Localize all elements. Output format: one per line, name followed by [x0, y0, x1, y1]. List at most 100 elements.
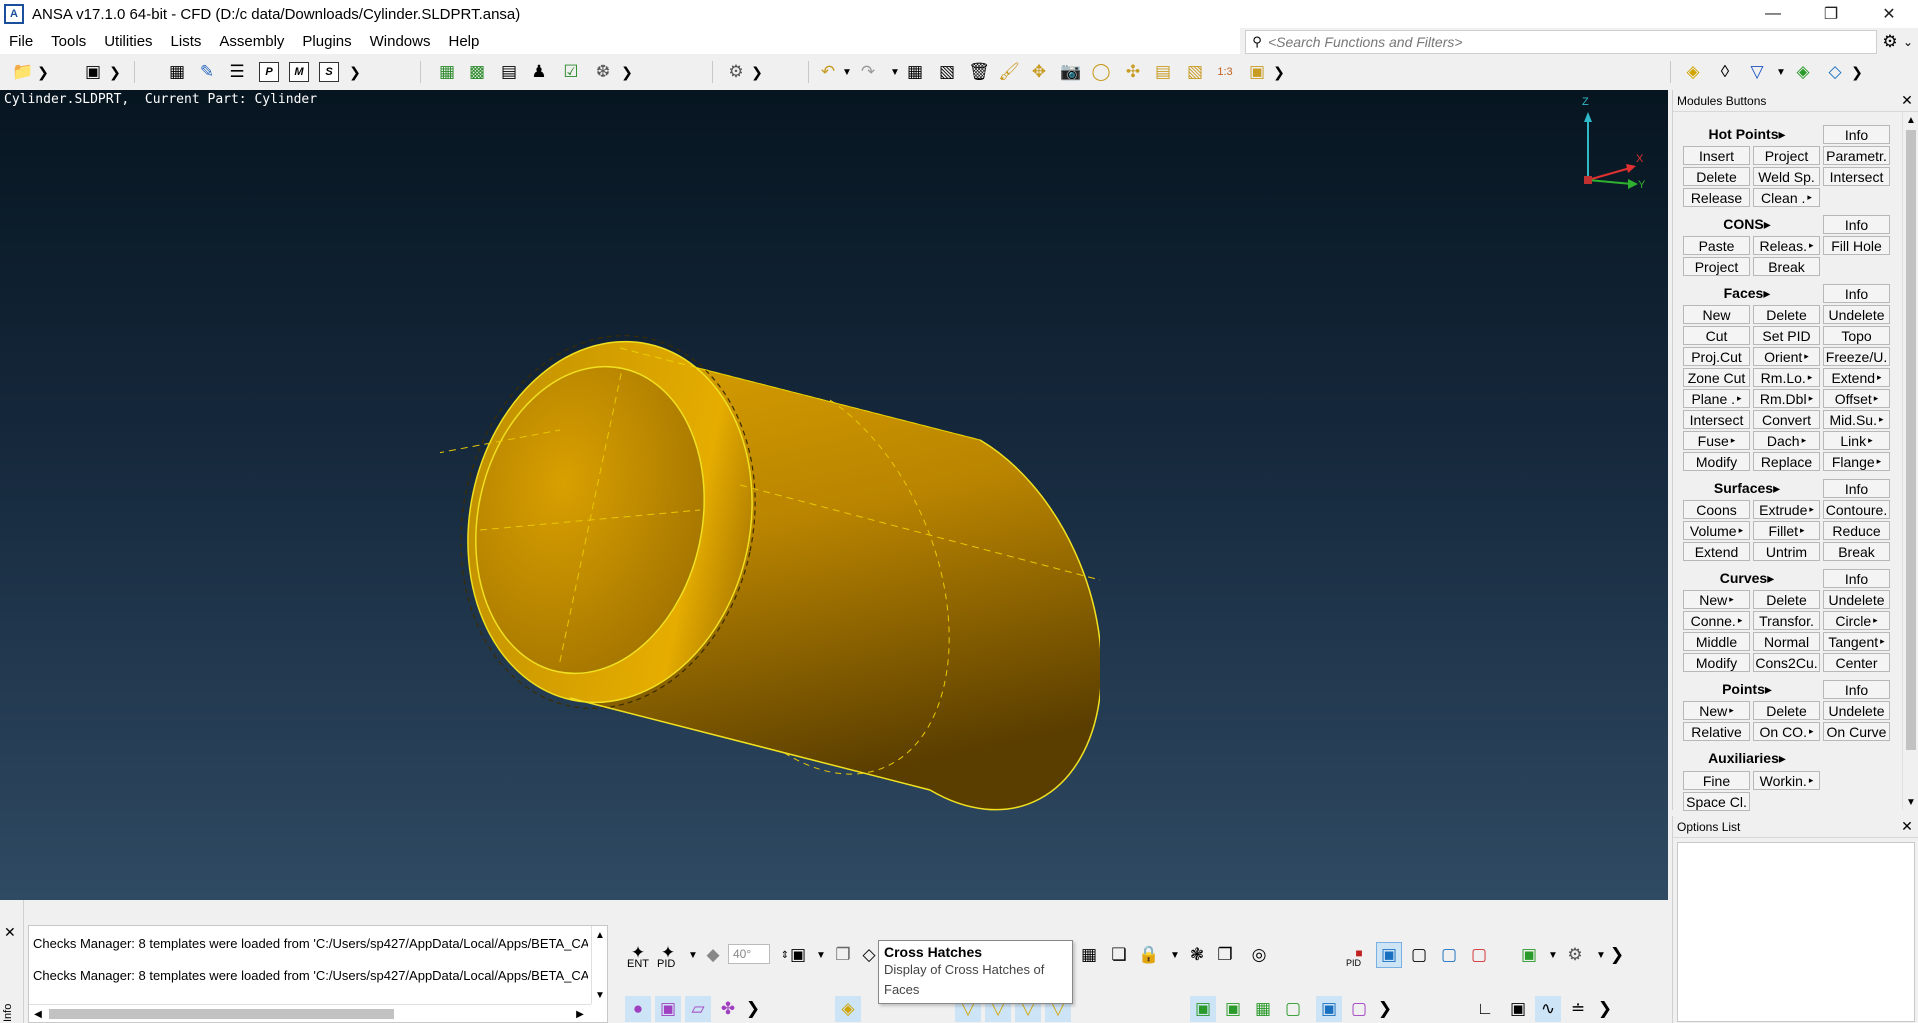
wireframe-view-icon[interactable]: ▢ [1406, 942, 1432, 968]
points-relative-button[interactable]: Relative [1683, 722, 1750, 741]
mesh-outline-icon[interactable]: ▢ [1280, 996, 1306, 1022]
mesh-grid-icon[interactable]: ▦ [1250, 996, 1276, 1022]
cons-paste-button[interactable]: Paste [1683, 236, 1750, 255]
faces-extend-button[interactable]: Extend [1823, 368, 1890, 387]
checkbox-icon[interactable]: ☑ [558, 59, 584, 85]
scroll-left-icon[interactable]: ◀ [31, 1007, 45, 1021]
points-new-button[interactable]: New [1683, 701, 1750, 720]
filter-icon[interactable]: ▽ [1744, 59, 1770, 85]
face-tool-icon[interactable]: ◈ [1680, 59, 1706, 85]
edit-tool-icon[interactable]: ✎ [194, 59, 220, 85]
zoom-icon[interactable]: ▤ [1150, 59, 1176, 85]
surf-contoure-button[interactable]: Contoure. [1823, 500, 1890, 519]
camera-icon[interactable]: 📷 [1058, 59, 1084, 85]
transparent-mesh-icon[interactable]: ▢ [1346, 996, 1372, 1022]
window-icon[interactable]: ▣ [80, 59, 106, 85]
toolbar-expand-arrow[interactable]: ❯ [348, 59, 362, 85]
aux-workin-button[interactable]: Workin. [1753, 771, 1820, 790]
points-on-curve-button[interactable]: On Curve [1823, 722, 1890, 741]
menu-file[interactable]: File [0, 33, 42, 50]
matrix-icon[interactable]: ▧ [934, 59, 960, 85]
volume-tool-icon[interactable]: ◇ [1822, 59, 1848, 85]
scroll-down-icon[interactable]: ▼ [593, 988, 607, 1002]
group-faces-title[interactable]: Faces▸ [1677, 285, 1817, 302]
scroll-right-icon[interactable]: ▶ [573, 1007, 587, 1021]
curves-circle-button[interactable]: Circle [1823, 611, 1890, 630]
pan-icon[interactable]: ✣ [1120, 59, 1146, 85]
maximize-button[interactable]: ❐ [1802, 0, 1860, 28]
surf-fillet-button[interactable]: Fillet [1753, 521, 1820, 540]
faces-new-button[interactable]: New [1683, 305, 1750, 324]
curves-new-button[interactable]: New [1683, 590, 1750, 609]
faces-rm-dbl-button[interactable]: Rm.Dbl [1753, 389, 1820, 408]
grid-view-icon[interactable]: ▦ [1076, 942, 1102, 968]
close-icon[interactable]: ✕ [4, 924, 16, 941]
minimize-button[interactable]: — [1744, 0, 1802, 28]
shell-mesh-icon[interactable]: ▣ [1190, 996, 1216, 1022]
curves-delete-button[interactable]: Delete [1753, 590, 1820, 609]
points-undelete-button[interactable]: Undelete [1823, 701, 1890, 720]
filter-dropdown-icon[interactable]: ▼ [1774, 59, 1788, 85]
curves-undelete-button[interactable]: Undelete [1823, 590, 1890, 609]
menu-windows[interactable]: Windows [361, 33, 440, 50]
surf-untrim-button[interactable]: Untrim [1753, 542, 1820, 561]
toolbar-expand-arrow[interactable]: ❯ [1372, 996, 1398, 1022]
faces-dach-button[interactable]: Dach [1753, 431, 1820, 450]
list-tool-icon[interactable]: ☰ [224, 59, 250, 85]
faces-replace-button[interactable]: Replace [1753, 452, 1820, 471]
surf-volume-button[interactable]: Volume [1683, 521, 1750, 540]
faces-proj-cut-button[interactable]: Proj.Cut [1683, 347, 1750, 366]
open-folder-icon[interactable]: 📁 [10, 59, 36, 85]
curve-tool-icon[interactable]: ∿ [1535, 996, 1561, 1022]
users-icon[interactable]: ♟ [526, 59, 552, 85]
curves-transfor-button[interactable]: Transfor. [1753, 611, 1820, 630]
cons-info-button[interactable]: Info [1823, 215, 1890, 234]
cons-fill-hole-button[interactable]: Fill Hole [1823, 236, 1890, 255]
hp-parametr-button[interactable]: Parametr. [1823, 146, 1890, 165]
angle-tool-icon[interactable]: ◆ [700, 942, 726, 968]
copy-tool-icon[interactable]: ❐ [830, 942, 856, 968]
options-list[interactable] [1677, 842, 1915, 1022]
grid-tool-icon[interactable]: ▦ [164, 59, 190, 85]
scroll-up-icon[interactable]: ▲ [593, 928, 607, 942]
hp-clean-button[interactable]: Clean . [1753, 188, 1820, 207]
surf-extrude-button[interactable]: Extrude [1753, 500, 1820, 519]
undo-icon[interactable]: ↶ [815, 59, 841, 85]
curves-modify-button[interactable]: Modify [1683, 653, 1750, 672]
gear-icon[interactable]: ⚙ [1880, 30, 1900, 54]
group-surfaces-title[interactable]: Surfaces▸ [1677, 480, 1817, 497]
scroll-up-icon[interactable]: ▲ [1903, 112, 1918, 128]
scroll-down-icon[interactable]: ▼ [1903, 794, 1918, 810]
p-script-icon[interactable]: P [256, 59, 282, 85]
overlap-view-icon[interactable]: ❏ [1106, 942, 1132, 968]
target-icon[interactable]: ◎ [1246, 942, 1272, 968]
settings-cube-icon[interactable]: ⚙ [1562, 942, 1588, 968]
chevron-down-icon[interactable]: ⌄ [1900, 30, 1916, 54]
m-script-icon[interactable]: M [286, 59, 312, 85]
faces-cut-button[interactable]: Cut [1683, 326, 1750, 345]
aux-fine-button[interactable]: Fine [1683, 771, 1750, 790]
hp-intersect-button[interactable]: Intersect [1823, 167, 1890, 186]
cube-tool-icon[interactable]: ▣ [655, 996, 681, 1022]
checks-icon[interactable]: ▦ [434, 59, 460, 85]
menu-utilities[interactable]: Utilities [95, 33, 161, 50]
toolbar-expand-arrow[interactable]: ❯ [1604, 942, 1630, 968]
square-tool-icon[interactable]: ▣ [1505, 996, 1531, 1022]
undo-dropdown-icon[interactable]: ▼ [840, 59, 854, 85]
table-icon[interactable]: ▦ [902, 59, 928, 85]
surf-coons-button[interactable]: Coons [1683, 500, 1750, 519]
toolbar-expand-arrow[interactable]: ❯ [1272, 59, 1286, 85]
faces-convert-button[interactable]: Convert [1753, 410, 1820, 429]
cons-break-button[interactable]: Break [1753, 257, 1820, 276]
faces-zone-cut-button[interactable]: Zone Cut [1683, 368, 1750, 387]
face-display-icon[interactable]: ◈ [835, 996, 861, 1022]
scrollbar-thumb[interactable] [49, 1009, 394, 1019]
hidden-line-view-icon[interactable]: ▢ [1436, 942, 1462, 968]
sketch-tool-icon[interactable]: ∟ [1472, 996, 1498, 1022]
surf-extend-button[interactable]: Extend [1683, 542, 1750, 561]
sphere-tool-icon[interactable]: ● [625, 996, 651, 1022]
cons-project-button[interactable]: Project [1683, 257, 1750, 276]
surf-break-button[interactable]: Break [1823, 542, 1890, 561]
stack-icon[interactable]: ❐ [1212, 942, 1238, 968]
curves-cons2cu-button[interactable]: Cons2Cu. [1753, 653, 1820, 672]
